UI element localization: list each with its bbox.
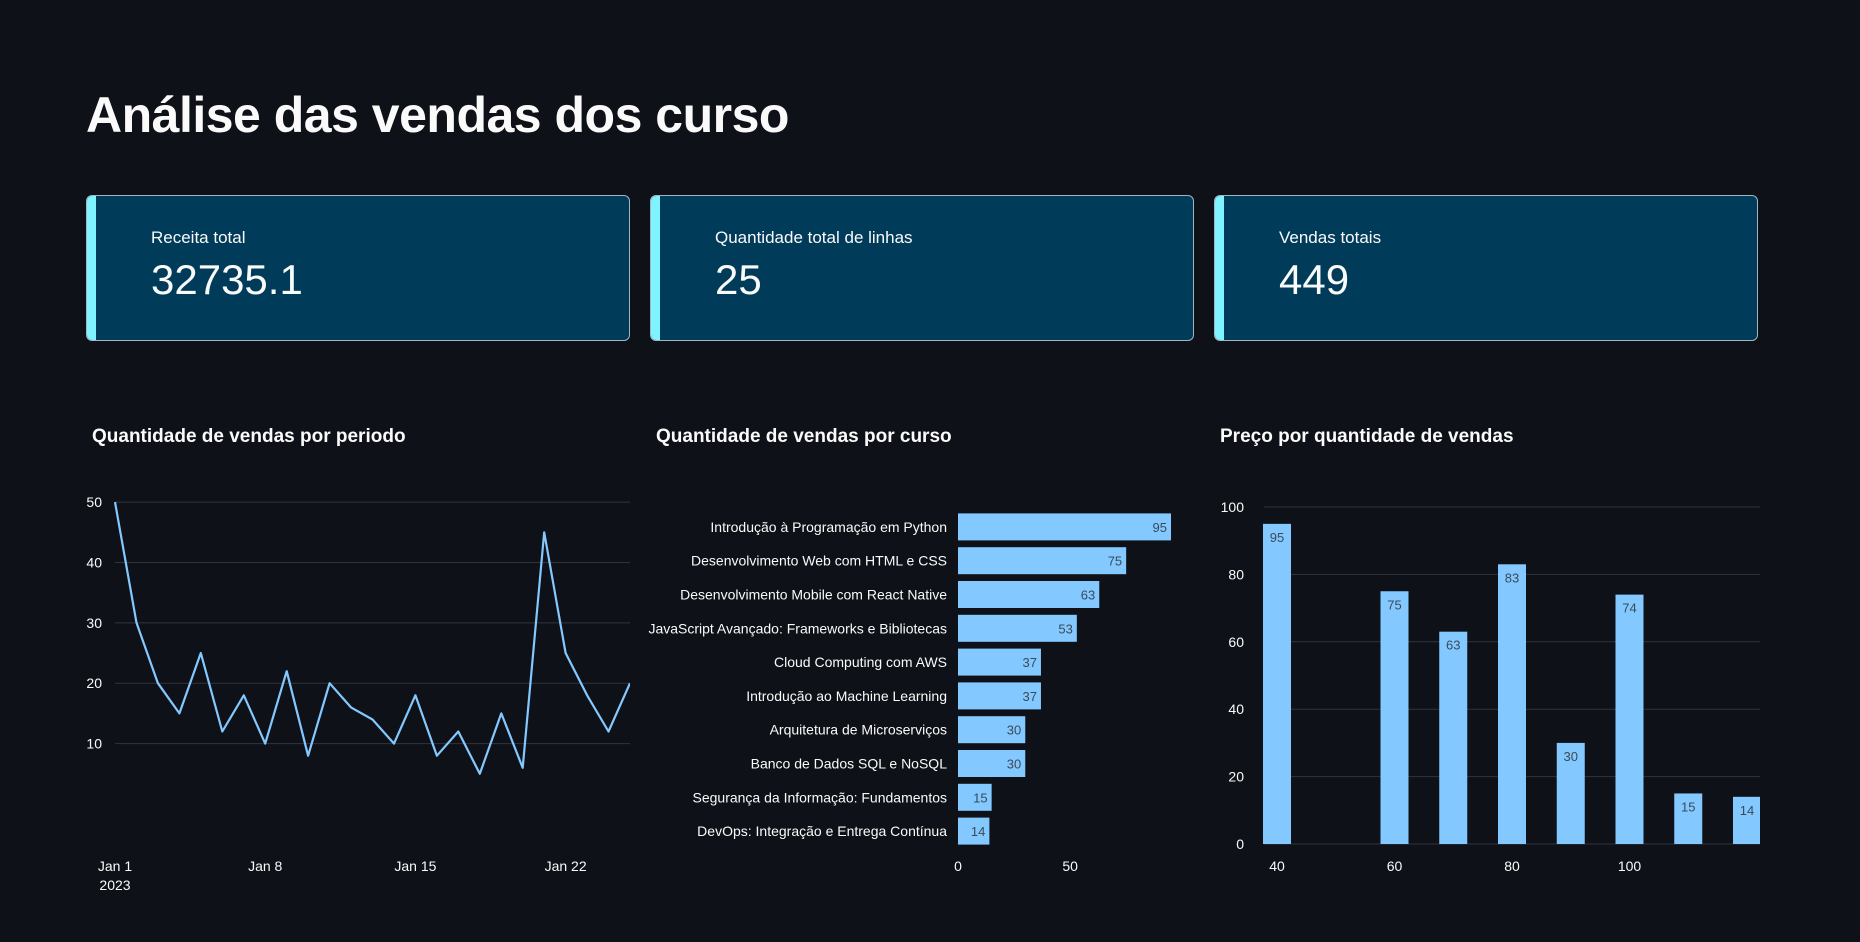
bar <box>958 513 1171 541</box>
x-tick-label: 80 <box>1504 858 1520 874</box>
y-tick-label: 100 <box>1221 499 1245 515</box>
metric-label: Quantidade total de linhas <box>715 228 913 247</box>
bar-value-label: 75 <box>1108 554 1122 569</box>
category-label: JavaScript Avançado: Frameworks e Biblio… <box>648 620 947 636</box>
bar-value-label: 15 <box>1681 799 1695 814</box>
x-tick-label: 0 <box>954 858 962 874</box>
y-tick-label: 20 <box>1228 769 1244 785</box>
y-tick-label: 10 <box>86 736 102 752</box>
category-label: Cloud Computing com AWS <box>774 654 947 670</box>
bar-value-label: 83 <box>1505 570 1519 585</box>
x-tick-year-label: 2023 <box>99 877 130 893</box>
metric-value: 449 <box>1279 256 1350 303</box>
category-label: Introdução à Programação em Python <box>710 519 947 535</box>
category-label: Banco de Dados SQL e NoSQL <box>751 756 948 772</box>
metric-accent <box>1215 196 1224 340</box>
y-tick-label: 50 <box>86 494 102 510</box>
bar-value-label: 75 <box>1387 597 1401 612</box>
series-line <box>113 501 630 775</box>
metric-card-vendas: Vendas totais 449 <box>1214 195 1758 341</box>
course-bar-chart[interactable]: Introdução à Programação em Python 95 Dese… <box>640 490 1200 910</box>
bar-value-label: 15 <box>973 790 987 805</box>
metric-card-linhas: Quantidade total de linhas 25 <box>650 195 1194 341</box>
y-tick-label: 0 <box>1236 836 1244 852</box>
y-tick-label: 30 <box>86 615 102 631</box>
bar <box>1615 594 1644 844</box>
y-tick-label: 40 <box>86 554 102 570</box>
x-tick-label: 50 <box>1062 858 1078 874</box>
bar-value-label: 95 <box>1270 530 1284 545</box>
category-label: Introdução ao Machine Learning <box>746 688 947 704</box>
category-label: Desenvolvimento Web com HTML e CSS <box>691 553 947 569</box>
bar-value-label: 37 <box>1022 689 1036 704</box>
bar-value-label: 30 <box>1564 749 1578 764</box>
x-tick-label: Jan 1 <box>98 858 132 874</box>
metric-label: Vendas totais <box>1279 228 1382 247</box>
bar-value-label: 30 <box>1007 757 1021 772</box>
line-chart-title: Quantidade de vendas por periodo <box>92 426 406 447</box>
course-chart-title: Quantidade de vendas por curso <box>656 426 952 447</box>
category-label: Segurança da Informação: Fundamentos <box>693 789 948 805</box>
bar-value-label: 95 <box>1153 520 1167 535</box>
category-label: DevOps: Integração e Entrega Contínua <box>697 823 947 839</box>
price-bar-chart[interactable]: 0 20 40 60 80 100 95 75 63 83 30 74 15 14 40 60 80 100 <box>1200 490 1760 910</box>
x-tick-label: 100 <box>1618 858 1642 874</box>
bar-value-label: 63 <box>1081 588 1095 603</box>
x-tick-label: Jan 8 <box>248 858 282 874</box>
x-tick-label: Jan 22 <box>545 858 587 874</box>
y-tick-label: 20 <box>86 675 102 691</box>
metric-accent <box>651 196 660 340</box>
bar-value-label: 14 <box>971 824 985 839</box>
x-tick-label: 40 <box>1269 858 1285 874</box>
bar <box>1380 591 1409 844</box>
bar <box>1439 631 1468 844</box>
bar-value-label: 30 <box>1007 723 1021 738</box>
page-title: Análise das vendas dos curso <box>86 87 789 143</box>
metric-card-receita: Receita total 32735.1 <box>86 195 630 341</box>
category-label: Arquitetura de Microserviços <box>770 722 947 738</box>
bar <box>1263 523 1291 844</box>
x-tick-label: Jan 15 <box>394 858 436 874</box>
bar-value-label: 37 <box>1022 655 1036 670</box>
metric-label: Receita total <box>151 228 246 247</box>
bar-value-label: 74 <box>1622 601 1636 616</box>
bar <box>1498 564 1526 844</box>
metric-value: 25 <box>715 256 762 303</box>
bar-value-label: 63 <box>1446 638 1460 653</box>
y-tick-label: 40 <box>1228 701 1244 717</box>
bar <box>958 581 1100 608</box>
price-chart-title: Preço por quantidade de vendas <box>1220 426 1514 447</box>
x-tick-label: 60 <box>1387 858 1403 874</box>
y-tick-label: 60 <box>1228 634 1244 650</box>
category-label: Desenvolvimento Mobile com React Native <box>680 587 947 603</box>
bar-value-label: 14 <box>1740 803 1754 818</box>
line-chart[interactable]: 10 20 30 40 50 Jan 1 Jan 8 Jan 15 Jan 22 2023 <box>70 470 630 920</box>
y-tick-label: 80 <box>1228 566 1244 582</box>
metric-value: 32735.1 <box>151 256 303 303</box>
bar <box>958 547 1127 575</box>
bar-value-label: 53 <box>1058 621 1072 636</box>
metric-accent <box>87 196 96 340</box>
